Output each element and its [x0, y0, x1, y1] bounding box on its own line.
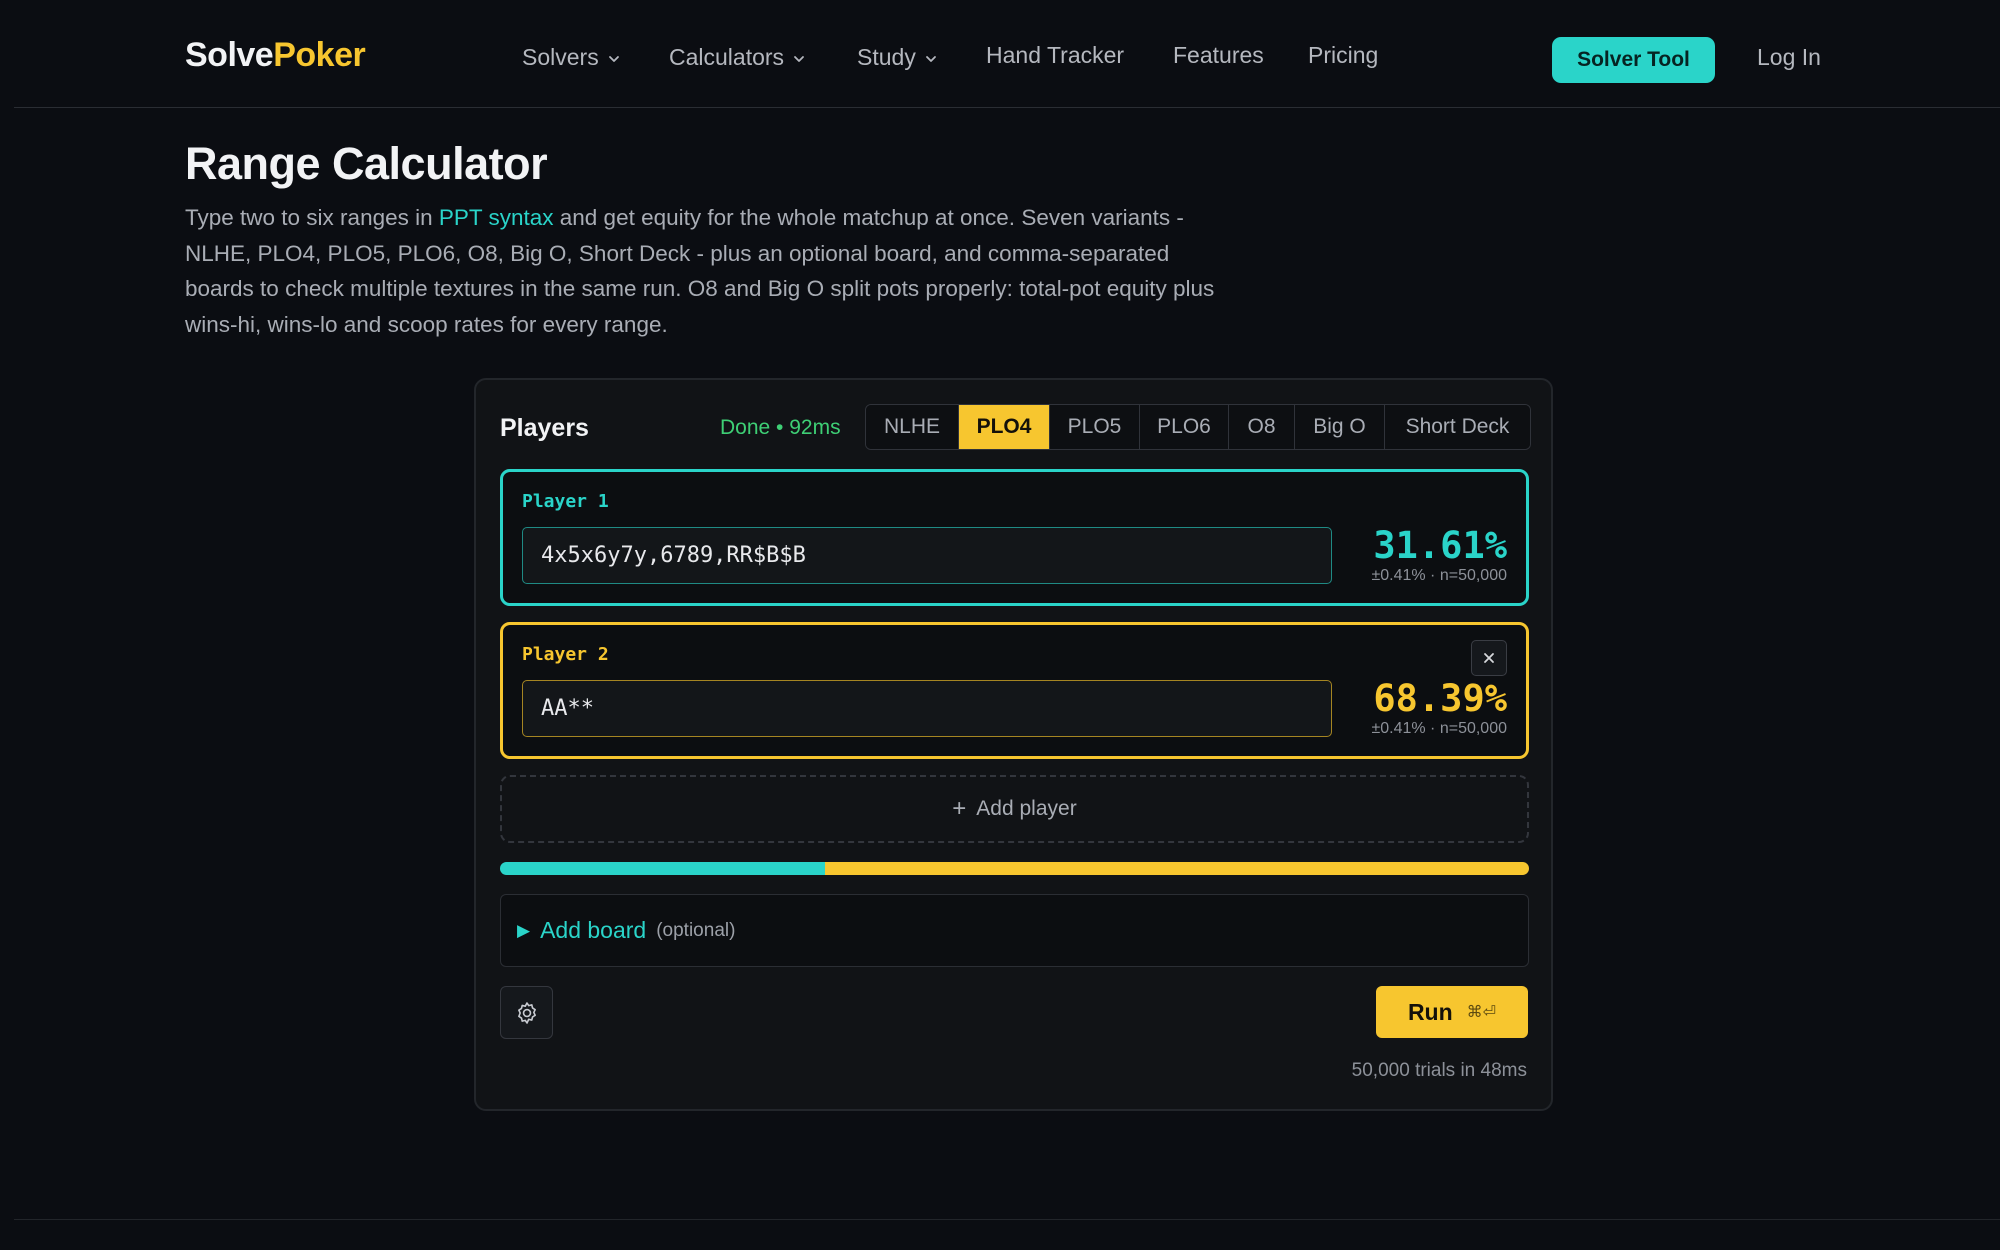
triangle-right-icon: ▶ [517, 920, 531, 940]
chevron-down-icon [925, 56, 936, 62]
add-board-toggle[interactable]: ▶ Add board (optional) [500, 894, 1529, 967]
ppt-syntax-link[interactable]: PPT syntax [439, 205, 554, 230]
nav-item-label: Study [857, 44, 916, 70]
player-card: Player 1 31.61% ±0.41% · n=50,000 [500, 469, 1529, 606]
trials-summary: 50,000 trials in 48ms [1351, 1060, 1527, 1081]
player-name: Player 1 [522, 491, 609, 512]
nav-item-label: Features [1173, 42, 1264, 68]
equity-value: 68.39% [1373, 677, 1507, 720]
plus-icon: + [952, 795, 967, 822]
footer-divider [14, 1219, 2000, 1220]
nav-item-calculators[interactable]: Calculators [669, 44, 806, 71]
chevron-down-icon [794, 56, 804, 62]
calculator-panel: Players Done • 92ms NLHE PLO4 PLO5 PLO6 … [474, 378, 1553, 1111]
variant-selector: NLHE PLO4 PLO5 PLO6 O8 Big O Short Deck [865, 404, 1531, 450]
equity-bar [500, 862, 1529, 875]
equity-value: 31.61% [1373, 524, 1507, 567]
nav-item-hand-tracker[interactable]: Hand Tracker [986, 42, 1124, 69]
equity-meta: ±0.41% · n=50,000 [1371, 720, 1507, 737]
run-status: Done • 92ms [720, 416, 841, 439]
add-board-optional: (optional) [656, 919, 736, 941]
brand-logo[interactable]: SolvePoker [185, 36, 366, 75]
chevron-down-icon [608, 56, 619, 62]
equity-bar-player-2 [825, 862, 1529, 875]
add-board-label: Add board [540, 917, 647, 943]
nav-item-pricing[interactable]: Pricing [1308, 42, 1378, 69]
run-button[interactable]: Run ⌘⏎ [1376, 986, 1528, 1038]
settings-button[interactable] [500, 986, 553, 1039]
nav-item-label: Hand Tracker [986, 42, 1125, 68]
page-intro: Type two to six ranges in PPT syntax and… [185, 200, 1215, 342]
remove-player-button[interactable] [1471, 640, 1507, 676]
nav-item-study[interactable]: Study [857, 44, 938, 71]
player-card: Player 2 68.39% ±0.41% · n=50,000 [500, 622, 1529, 759]
equity-bar-player-1 [500, 862, 826, 875]
run-shortcut: ⌘⏎ [1466, 1004, 1497, 1021]
nav-item-label: Calculators [669, 44, 785, 70]
login-link[interactable]: Log In [1757, 44, 1821, 71]
nav-item-solvers[interactable]: Solvers [522, 44, 621, 71]
page-title: Range Calculator [185, 138, 548, 189]
run-label: Run [1407, 998, 1453, 1025]
solver-tool-button[interactable]: Solver Tool [1552, 37, 1715, 83]
top-navigation: SolvePoker Solvers Calculators Study Han… [0, 0, 2000, 108]
nav-item-label: Solvers [522, 44, 599, 70]
variant-tab-short-deck[interactable]: Short Deck [1385, 405, 1530, 449]
variant-tab-plo6[interactable]: PLO6 [1140, 405, 1229, 449]
add-player-button[interactable]: + Add player [500, 775, 1529, 843]
nav-item-features[interactable]: Features [1173, 42, 1264, 69]
variant-tab-plo4[interactable]: PLO4 [959, 405, 1050, 449]
players-heading: Players [500, 414, 589, 442]
intro-text: Type two to six ranges in [185, 205, 439, 230]
variant-tab-plo5[interactable]: PLO5 [1050, 405, 1140, 449]
brand-logo-part2: Poker [273, 36, 366, 74]
range-input[interactable] [522, 527, 1332, 584]
variant-tab-nlhe[interactable]: NLHE [866, 405, 959, 449]
gear-icon [517, 1001, 536, 1024]
equity-meta: ±0.41% · n=50,000 [1371, 567, 1507, 584]
close-icon [1484, 653, 1494, 663]
variant-tab-o8[interactable]: O8 [1229, 405, 1295, 449]
variant-tab-big-o[interactable]: Big O [1295, 405, 1385, 449]
player-name: Player 2 [522, 644, 609, 665]
nav-item-label: Pricing [1308, 42, 1379, 68]
add-player-label: Add player [976, 797, 1077, 820]
header-divider [14, 107, 2000, 108]
range-input[interactable] [522, 680, 1332, 737]
brand-logo-part1: Solve [185, 36, 274, 74]
